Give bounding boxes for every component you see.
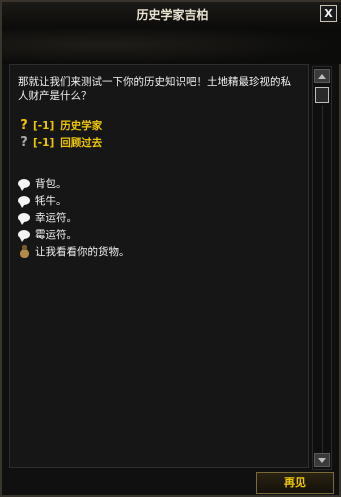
- option-label: 背包。: [35, 178, 67, 190]
- quest-level: [-1]: [33, 119, 55, 132]
- quest-item-look-back[interactable]: ? [-1] 回顾过去: [18, 134, 300, 151]
- npc-question-text: 那就让我们来测试一下你的历史知识吧！土地精最珍视的私人财产是什么？: [18, 76, 291, 102]
- title-bar[interactable]: 历史学家吉柏 X: [2, 2, 341, 26]
- option-yak[interactable]: 牦牛。: [18, 192, 300, 209]
- money-bag-icon: [18, 245, 30, 258]
- quest-list: ? [-1] 历史学家 ? [-1] 回顾过去: [18, 117, 300, 151]
- dialog-scrollbar[interactable]: [312, 66, 332, 470]
- quest-label: 回顾过去: [60, 137, 103, 149]
- header-decoration: [2, 26, 341, 64]
- quest-item-historian[interactable]: ? [-1] 历史学家: [18, 117, 300, 134]
- option-backpack[interactable]: 背包。: [18, 175, 300, 192]
- quest-level: [-1]: [33, 136, 55, 149]
- scroll-thumb[interactable]: [315, 87, 329, 103]
- question-mark-icon: ?: [20, 135, 28, 150]
- dialog-content: 那就让我们来测试一下你的历史知识吧！土地精最珍视的私人财产是什么？ ? [-1]…: [9, 64, 309, 468]
- option-label: 牦牛。: [35, 195, 67, 207]
- option-label: 幸运符。: [35, 212, 77, 224]
- window-title: 历史学家吉柏: [136, 8, 209, 22]
- option-browse-goods[interactable]: 让我看看你的货物。: [18, 243, 300, 260]
- option-label: 让我看看你的货物。: [35, 246, 130, 258]
- scroll-down-button[interactable]: [314, 453, 330, 467]
- npc-dialog-window: 历史学家吉柏 X 那就让我们来测试一下你的历史知识吧！土地精最珍视的私人财产是什…: [0, 0, 341, 497]
- quest-label: 历史学家: [60, 120, 103, 132]
- option-lucky-charm[interactable]: 幸运符。: [18, 209, 300, 226]
- gossip-options: 背包。 牦牛。 幸运符。 霉运符。 让我看看你的货物。: [18, 175, 300, 260]
- speech-bubble-icon: [18, 230, 30, 242]
- question-mark-icon: ?: [20, 118, 28, 133]
- option-unlucky-charm[interactable]: 霉运符。: [18, 226, 300, 243]
- option-label: 霉运符。: [35, 229, 77, 241]
- speech-bubble-icon: [18, 213, 30, 225]
- close-button[interactable]: X: [320, 5, 337, 22]
- scroll-up-button[interactable]: [314, 69, 330, 83]
- scroll-track[interactable]: [322, 105, 323, 455]
- speech-bubble-icon: [18, 196, 30, 208]
- goodbye-button[interactable]: 再见: [256, 472, 334, 494]
- speech-bubble-icon: [18, 179, 30, 191]
